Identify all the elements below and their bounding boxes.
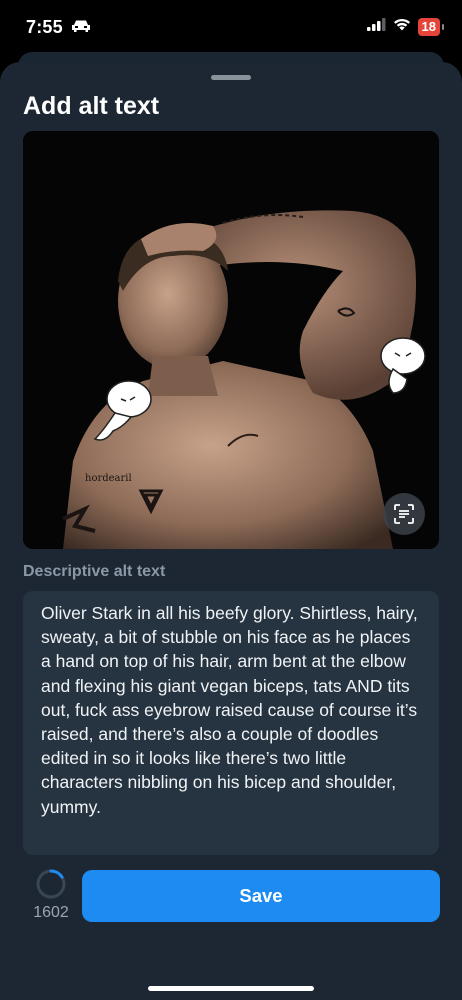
signal-icon — [366, 18, 386, 36]
home-indicator — [148, 986, 314, 991]
character-count: 1602 — [33, 904, 69, 921]
alt-text-sheet: Add alt text hordearil Descriptive alt t… — [0, 62, 462, 1000]
alt-text-input[interactable]: Oliver Stark in all his beefy glory. Shi… — [23, 591, 439, 855]
status-time: 7:55 — [26, 16, 63, 37]
status-right: 18 — [366, 18, 445, 36]
progress-ring-icon — [36, 869, 66, 899]
photo-illustration: hordearil — [23, 131, 439, 549]
sheet-title: Add alt text — [23, 92, 160, 120]
battery-icon: 18 — [417, 18, 445, 36]
status-left: 7:55 — [26, 17, 91, 38]
character-counter: 1602 — [28, 868, 74, 928]
car-icon — [71, 17, 91, 38]
alt-text-label: Descriptive alt text — [23, 563, 166, 580]
sheet-grabber[interactable] — [211, 75, 251, 80]
image-preview: hordearil — [23, 131, 439, 549]
text-recognition-icon — [392, 502, 416, 526]
wifi-icon — [393, 18, 411, 36]
save-button[interactable]: Save — [82, 870, 440, 922]
text-recognition-button[interactable] — [383, 493, 425, 535]
status-bar: 7:55 18 — [0, 0, 462, 54]
svg-text:hordearil: hordearil — [85, 473, 132, 484]
bottom-actions: 1602 Save — [0, 868, 462, 928]
